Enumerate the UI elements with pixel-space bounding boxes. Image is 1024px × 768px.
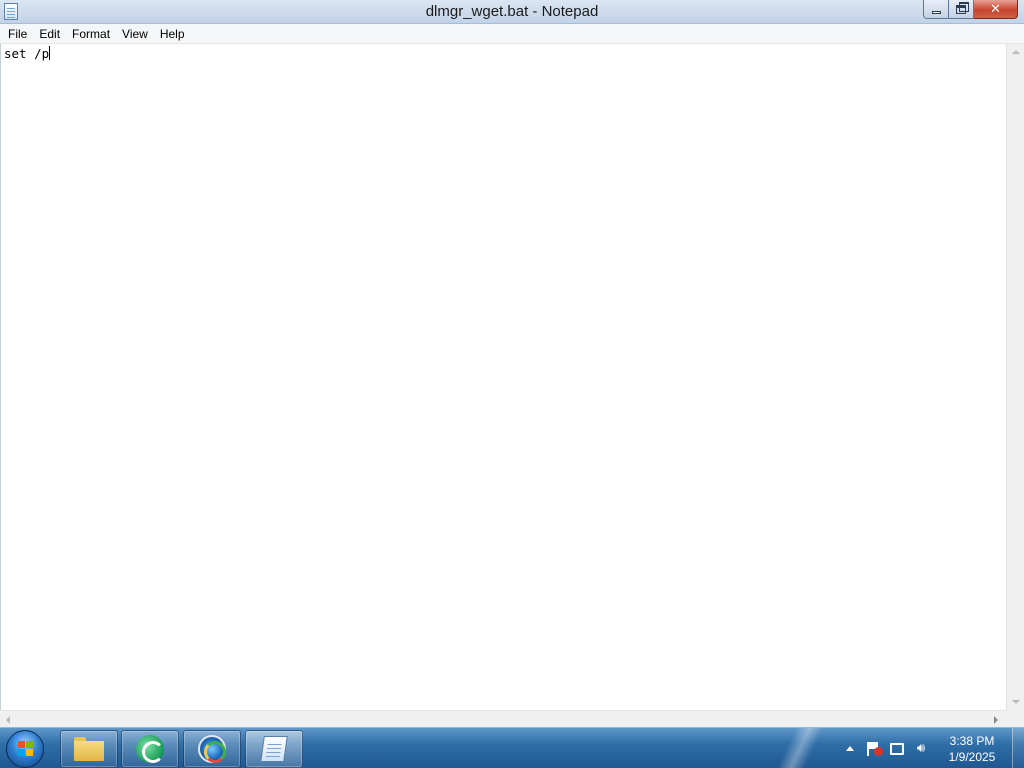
close-button[interactable]: ✕ — [974, 0, 1018, 19]
window-controls: ✕ — [923, 0, 1018, 20]
clock[interactable]: 3:38 PM 1/9/2025 — [930, 733, 1014, 765]
horizontal-scrollbar[interactable] — [0, 710, 1006, 727]
clock-time: 3:38 PM — [949, 734, 995, 748]
taskbar: 🔊︎ 3:38 PM 1/9/2025 — [0, 727, 1024, 768]
menu-format[interactable]: Format — [66, 25, 116, 43]
close-icon: ✕ — [990, 1, 1001, 17]
scroll-up-icon[interactable] — [1012, 50, 1020, 54]
maximize-icon — [956, 1, 969, 14]
editor-content-line[interactable]: set /p — [4, 46, 51, 61]
taskbar-green-app-button[interactable] — [121, 730, 179, 768]
minimize-button[interactable] — [923, 0, 949, 19]
editor-content: set /p — [4, 46, 50, 61]
menu-edit[interactable]: Edit — [33, 25, 66, 43]
text-caret — [49, 46, 51, 60]
show-desktop-button[interactable] — [1012, 728, 1024, 768]
taskbar-notepad-button[interactable] — [245, 730, 303, 768]
scroll-right-icon[interactable] — [994, 716, 998, 724]
window-title: dlmgr_wget.bat - Notepad — [425, 3, 599, 20]
scroll-down-icon[interactable] — [1012, 700, 1020, 704]
minimize-icon — [931, 10, 941, 14]
scroll-left-icon[interactable] — [6, 716, 10, 724]
scrollbar-corner — [1006, 710, 1024, 727]
taskbar-chrome-button[interactable] — [183, 730, 241, 768]
chrome-icon — [198, 735, 226, 763]
menu-view[interactable]: View — [116, 25, 154, 43]
vertical-scrollbar[interactable] — [1006, 44, 1024, 710]
volume-icon[interactable]: 🔊︎ — [912, 740, 930, 758]
menu-help[interactable]: Help — [154, 25, 191, 43]
maximize-button[interactable] — [949, 0, 974, 19]
menu-bar: File Edit Format View Help — [0, 24, 1024, 44]
taskbar-explorer-button[interactable] — [60, 730, 118, 768]
network-icon[interactable] — [888, 740, 906, 758]
clock-date: 1/9/2025 — [948, 750, 996, 764]
show-hidden-icons-icon[interactable] — [846, 746, 854, 751]
menu-file[interactable]: File — [2, 25, 33, 43]
start-button[interactable] — [6, 730, 44, 768]
notepad-icon — [260, 736, 288, 762]
action-center-flag-icon[interactable] — [864, 740, 883, 758]
system-tray: 🔊︎ — [840, 728, 936, 768]
green-circle-icon — [136, 735, 164, 763]
title-bar[interactable]: dlmgr_wget.bat - Notepad ✕ — [0, 0, 1024, 24]
text-editor[interactable]: set /p — [0, 44, 1006, 710]
folder-icon — [74, 737, 104, 761]
windows-logo-icon — [18, 741, 34, 757]
